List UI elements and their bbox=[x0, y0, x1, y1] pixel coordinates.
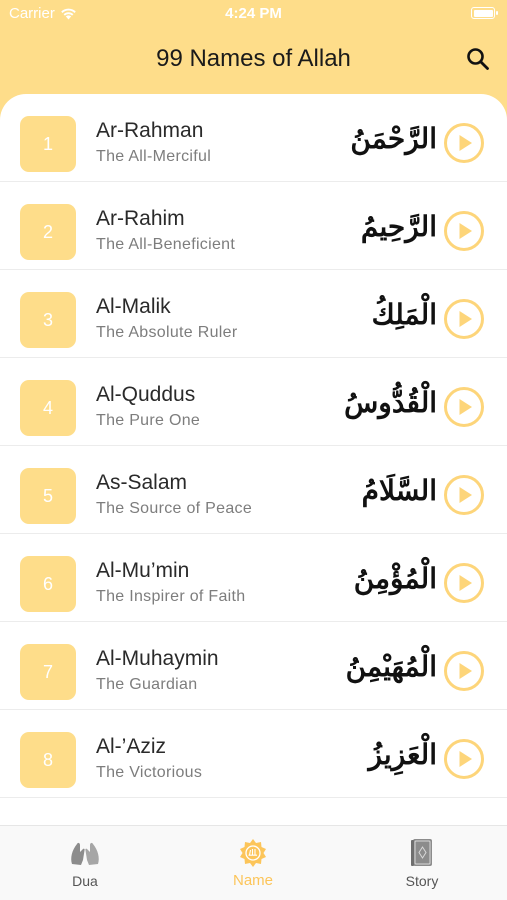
name-meaning: The Guardian bbox=[96, 676, 198, 693]
name-meaning: The All-Beneficient bbox=[96, 236, 236, 253]
arabic-name: الْعَزِيزُ bbox=[368, 738, 437, 771]
number-badge: 2 bbox=[20, 204, 76, 260]
arabic-name: الْمَلِكُ bbox=[371, 298, 437, 331]
praying-hands-icon bbox=[71, 842, 99, 865]
arabic-name: الْقُدُّوسُ bbox=[344, 386, 437, 419]
battery-icon bbox=[471, 7, 498, 19]
play-icon[interactable] bbox=[443, 562, 485, 604]
number-badge: 7 bbox=[20, 644, 76, 700]
name-meaning: The Inspirer of Faith bbox=[96, 588, 246, 605]
list-item[interactable]: 4 Al-Quddus The Pure One الْقُدُّوسُ bbox=[0, 358, 507, 446]
number-badge: 4 bbox=[20, 380, 76, 436]
list-item[interactable]: 6 Al-Mu’min The Inspirer of Faith الْمُؤ… bbox=[0, 534, 507, 622]
number-badge: 1 bbox=[20, 116, 76, 172]
play-icon[interactable] bbox=[443, 738, 485, 780]
allah-emblem-icon bbox=[240, 839, 266, 867]
name-transliteration: Ar-Rahman bbox=[96, 119, 204, 142]
number-badge: 5 bbox=[20, 468, 76, 524]
list-item[interactable]: 3 Al-Malik The Absolute Ruler الْمَلِكُ bbox=[0, 270, 507, 358]
tab-label: Story bbox=[405, 873, 439, 889]
number-badge: 3 bbox=[20, 292, 76, 348]
list-item[interactable]: 2 Ar-Rahim The All-Beneficient الرَّحِيم… bbox=[0, 182, 507, 270]
name-transliteration: Al-Muhaymin bbox=[96, 647, 219, 670]
name-transliteration: Al-Quddus bbox=[96, 383, 196, 406]
list-item[interactable]: 7 Al-Muhaymin The Guardian الْمُهَيْمِنُ bbox=[0, 622, 507, 710]
arabic-name: الرَّحِيمُ bbox=[360, 210, 437, 243]
tab-name[interactable]: Name bbox=[193, 838, 313, 894]
list-item[interactable]: 1 Ar-Rahman The All-Merciful الرَّحْمَنُ bbox=[0, 94, 507, 182]
name-meaning: The Pure One bbox=[96, 412, 201, 429]
number-badge: 8 bbox=[20, 732, 76, 788]
name-meaning: The All-Merciful bbox=[96, 148, 212, 165]
play-icon[interactable] bbox=[443, 386, 485, 428]
tab-label: Dua bbox=[72, 873, 98, 889]
tab-label: Name bbox=[232, 872, 273, 889]
arabic-name: الرَّحْمَنُ bbox=[350, 122, 437, 155]
name-transliteration: Al-Malik bbox=[96, 295, 171, 318]
tab-bar: Dua Name Story bbox=[0, 825, 507, 900]
list-item[interactable]: 5 As-Salam The Source of Peace السَّلَام… bbox=[0, 446, 507, 534]
name-meaning: The Source of Peace bbox=[96, 500, 253, 517]
name-meaning: The Victorious bbox=[96, 764, 203, 781]
names-list[interactable]: 1 Ar-Rahman The All-Merciful الرَّحْمَنُ… bbox=[0, 94, 507, 825]
navigation-bar: 99 Names of Allah bbox=[0, 28, 507, 92]
arabic-name: الْمُؤْمِنُ bbox=[353, 562, 437, 595]
quran-book-icon bbox=[411, 839, 432, 866]
search-icon[interactable] bbox=[465, 46, 491, 72]
name-transliteration: Al-’Aziz bbox=[96, 735, 167, 758]
list-item[interactable]: 8 Al-’Aziz The Victorious الْعَزِيزُ bbox=[0, 710, 507, 798]
tab-dua[interactable]: Dua bbox=[25, 838, 145, 894]
status-bar: Carrier 4:24 PM bbox=[0, 0, 507, 28]
arabic-name: الْمُهَيْمِنُ bbox=[345, 650, 437, 683]
play-icon[interactable] bbox=[443, 122, 485, 164]
arabic-name: السَّلَامُ bbox=[361, 474, 437, 507]
play-icon[interactable] bbox=[443, 474, 485, 516]
page-title: 99 Names of Allah bbox=[156, 45, 351, 72]
play-icon[interactable] bbox=[443, 298, 485, 340]
tab-story[interactable]: Story bbox=[362, 838, 482, 894]
name-meaning: The Absolute Ruler bbox=[96, 324, 238, 341]
name-transliteration: Al-Mu’min bbox=[96, 559, 190, 582]
number-badge: 6 bbox=[20, 556, 76, 612]
name-transliteration: As-Salam bbox=[96, 471, 188, 494]
play-icon[interactable] bbox=[443, 650, 485, 692]
status-time: 4:24 PM bbox=[225, 5, 282, 22]
name-transliteration: Ar-Rahim bbox=[96, 207, 185, 230]
play-icon[interactable] bbox=[443, 210, 485, 252]
